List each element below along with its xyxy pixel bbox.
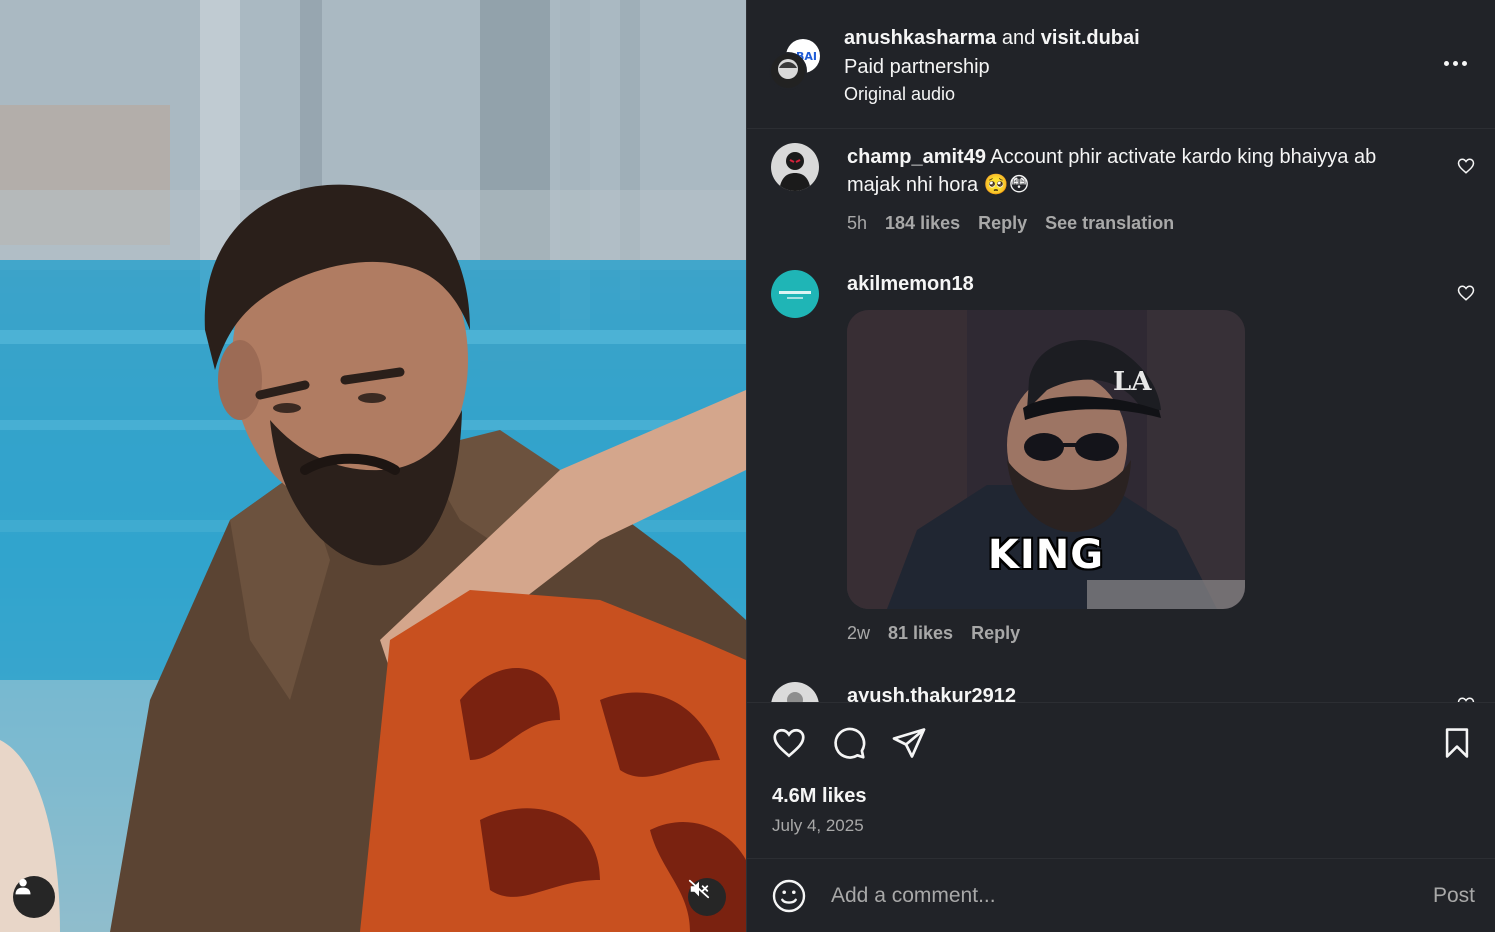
audio-label[interactable]: Original audio <box>844 82 1140 106</box>
reply-button[interactable]: Reply <box>971 621 1020 645</box>
comment-button[interactable] <box>829 723 869 763</box>
gif-caption: KING <box>987 532 1105 578</box>
comment-age[interactable]: 5h <box>847 211 867 235</box>
share-icon <box>892 728 926 758</box>
comment-text: akilmemon18 <box>847 270 1427 298</box>
emoji-icon <box>772 879 806 913</box>
avatar-image <box>771 143 819 191</box>
comment-like-button[interactable] <box>1455 155 1477 177</box>
post-video[interactable] <box>0 0 746 932</box>
comment-body: champ_amit49 Account phir activate kardo… <box>847 143 1427 235</box>
like-button[interactable] <box>769 723 809 763</box>
bookmark-icon <box>1445 728 1469 758</box>
emoji-button[interactable] <box>771 878 807 914</box>
comment-like-button[interactable] <box>1455 694 1477 702</box>
avatar-image <box>771 682 819 702</box>
comment-icon <box>834 727 866 759</box>
save-button[interactable] <box>1437 723 1477 763</box>
avatar-image <box>771 270 819 318</box>
paid-partnership-label[interactable]: Paid partnership <box>844 52 1140 82</box>
more-options-button[interactable] <box>1437 50 1473 76</box>
comment-text: champ_amit49 Account phir activate kardo… <box>847 143 1427 199</box>
author-username[interactable]: anushkasharma <box>844 27 996 49</box>
video-frame-illustration <box>0 0 746 932</box>
user-icon <box>15 878 31 895</box>
post-date[interactable]: July 4, 2025 <box>772 816 864 836</box>
comment-likes[interactable]: 81 likes <box>888 621 953 645</box>
comment-meta: 2w 81 likes Reply <box>847 621 1427 645</box>
reply-button[interactable]: Reply <box>978 211 1027 235</box>
svg-text:LA: LA <box>1113 367 1152 397</box>
comment-input[interactable] <box>831 880 1391 912</box>
comment-body: akilmemon18 LA KING 2w 81 likes Reply <box>847 270 1427 645</box>
comment-meta: 5h 184 likes Reply See translation <box>847 211 1427 235</box>
comment-like-button[interactable] <box>1455 282 1477 304</box>
avatar[interactable] <box>771 270 819 318</box>
post-authors: anushkasharma and visit.dubai <box>844 24 1140 52</box>
mute-toggle-button[interactable] <box>688 878 726 916</box>
heart-icon <box>1457 158 1475 174</box>
add-comment-bar: Post <box>747 858 1495 932</box>
collab-avatars[interactable]: BAI <box>769 38 821 90</box>
instagram-post-view: BAI anushkasharma and visit.dubai Paid p… <box>0 0 1495 932</box>
post-header: BAI anushkasharma and visit.dubai Paid p… <box>747 0 1495 129</box>
heart-icon <box>1457 285 1475 301</box>
avatar: BAI <box>769 39 820 90</box>
heart-icon <box>773 728 805 758</box>
post-comment-button[interactable]: Post <box>1433 884 1475 908</box>
avatar[interactable] <box>771 682 819 702</box>
muted-speaker-icon <box>688 879 710 899</box>
tagged-users-button[interactable] <box>13 876 55 918</box>
comments-list[interactable]: champ_amit49 Account phir activate kardo… <box>747 129 1495 702</box>
comment-username[interactable]: champ_amit49 <box>847 146 986 168</box>
avatar[interactable] <box>771 143 819 191</box>
comment-likes[interactable]: 184 likes <box>885 211 960 235</box>
collaborator-username[interactable]: visit.dubai <box>1041 27 1140 49</box>
comment-gif[interactable]: LA KING <box>847 310 1245 609</box>
comment-age[interactable]: 2w <box>847 621 870 645</box>
post-actions: 4.6M likes July 4, 2025 <box>747 702 1495 859</box>
more-icon <box>1443 60 1467 66</box>
comment-username[interactable]: akilmemon18 <box>847 273 974 295</box>
author-connector: and <box>1001 27 1036 49</box>
see-translation-button[interactable]: See translation <box>1045 211 1174 235</box>
comment-text: ayush.thakur2912 <box>847 682 1427 702</box>
post-side-panel: BAI anushkasharma and visit.dubai Paid p… <box>746 0 1495 932</box>
comment-body: ayush.thakur2912 <box>847 682 1427 702</box>
share-button[interactable] <box>889 723 929 763</box>
likes-count[interactable]: 4.6M likes <box>772 785 867 808</box>
post-header-text: anushkasharma and visit.dubai Paid partn… <box>844 24 1140 106</box>
comment-username[interactable]: ayush.thakur2912 <box>847 685 1016 702</box>
